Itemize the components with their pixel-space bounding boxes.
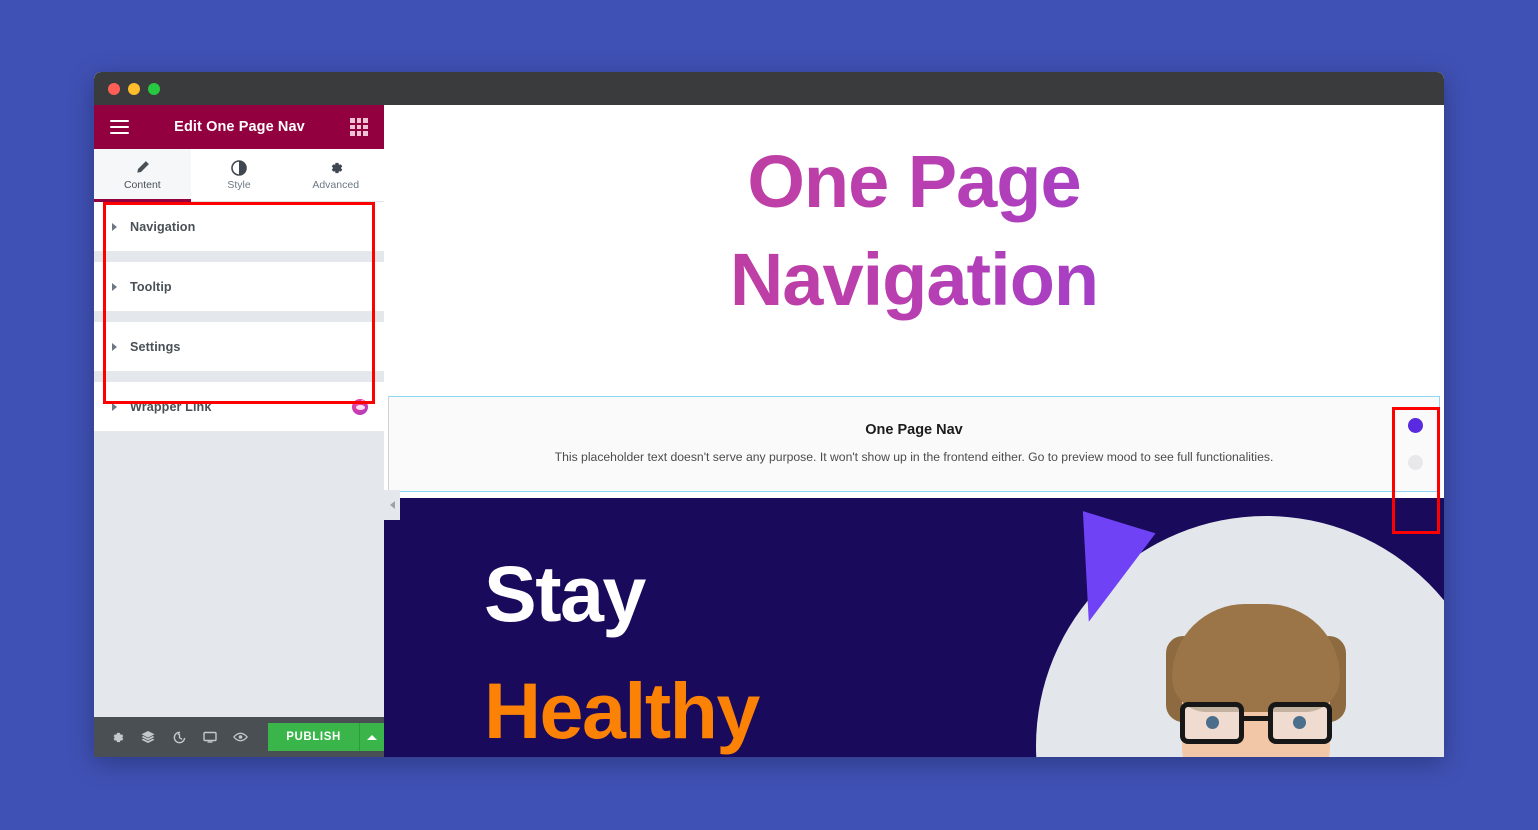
doctor-eye-right — [1293, 716, 1306, 729]
section-navigation[interactable]: Navigation — [94, 202, 384, 252]
page-heading-line2: Navigation — [729, 238, 1099, 322]
widget-description: This placeholder text doesn't serve any … — [554, 450, 1274, 464]
section-navigation-label: Navigation — [130, 219, 196, 234]
panel-header: Edit One Page Nav — [94, 105, 384, 149]
hamburger-icon[interactable] — [110, 120, 129, 134]
window-titlebar — [94, 72, 1444, 105]
caret-right-icon — [112, 222, 117, 231]
tab-advanced-label: Advanced — [312, 179, 360, 191]
preview-canvas: One Page Navigation One Page Nav This pl… — [384, 105, 1444, 757]
caret-right-icon — [112, 282, 117, 291]
page-heading: One Page Navigation — [384, 105, 1444, 330]
hero-heading: Stay Healthy With Us — [484, 536, 767, 757]
preview-icon[interactable] — [225, 717, 256, 757]
publish-button[interactable]: PUBLISH — [268, 723, 359, 751]
tab-style[interactable]: Style — [191, 149, 288, 201]
tab-style-label: Style — [227, 179, 251, 191]
hero-line2: Healthy — [484, 665, 760, 755]
grid-icon[interactable] — [350, 118, 368, 136]
caret-right-icon — [112, 402, 117, 411]
gear-icon — [328, 159, 344, 176]
minimize-window-button[interactable] — [128, 82, 140, 95]
section-divider — [94, 312, 384, 322]
section-wrapper-link-label: Wrapper Link — [130, 399, 212, 414]
section-tooltip[interactable]: Tooltip — [94, 262, 384, 312]
widget-title: One Page Nav — [865, 422, 963, 438]
section-settings[interactable]: Settings — [94, 322, 384, 372]
section-wrapper-link[interactable]: Wrapper Link — [94, 382, 384, 432]
caret-right-icon — [112, 342, 117, 351]
section-tooltip-label: Tooltip — [130, 279, 172, 294]
doctor-eye-left — [1206, 716, 1219, 729]
section-divider — [94, 372, 384, 382]
editor-panel: Edit One Page Nav Content Style Advanced… — [94, 105, 384, 757]
tab-advanced[interactable]: Advanced — [287, 149, 384, 201]
app-window: Edit One Page Nav Content Style Advanced… — [94, 72, 1444, 757]
caret-up-icon — [366, 734, 377, 740]
half-circle-icon — [231, 159, 247, 176]
responsive-icon[interactable] — [195, 717, 226, 757]
publish-options-button[interactable] — [358, 723, 384, 751]
doctor-hair — [1172, 604, 1340, 712]
close-window-button[interactable] — [108, 82, 120, 95]
pencil-icon — [135, 159, 150, 176]
hero-section: Stay Healthy With Us — [384, 498, 1444, 757]
panel-collapse-button[interactable] — [384, 490, 400, 520]
maximize-window-button[interactable] — [148, 82, 160, 95]
gear-icon[interactable] — [102, 717, 133, 757]
panel-title: Edit One Page Nav — [174, 119, 305, 135]
one-page-nav-widget[interactable]: One Page Nav This placeholder text doesn… — [388, 396, 1440, 492]
panel-footer-toolbar: PUBLISH — [94, 717, 384, 757]
one-page-nav-dots — [1408, 418, 1423, 470]
tab-content-label: Content — [123, 179, 161, 191]
glasses-icon — [1180, 702, 1332, 744]
section-divider — [94, 252, 384, 262]
panel-body — [94, 432, 384, 717]
pro-badge-icon — [352, 398, 368, 415]
nav-dot-1[interactable] — [1408, 418, 1423, 433]
layers-icon[interactable] — [133, 717, 164, 757]
nav-dot-2[interactable] — [1408, 455, 1423, 470]
hero-line1: Stay — [484, 549, 646, 638]
section-settings-label: Settings — [130, 339, 181, 354]
page-heading-line1: One Page — [747, 140, 1081, 223]
panel-sections: Navigation Tooltip Settings Wrapper Link — [94, 202, 384, 432]
tab-content[interactable]: Content — [94, 149, 191, 202]
chevron-left-icon — [389, 501, 395, 509]
panel-tabs: Content Style Advanced — [94, 149, 384, 202]
history-icon[interactable] — [164, 717, 195, 757]
glasses-bridge — [1244, 716, 1268, 721]
